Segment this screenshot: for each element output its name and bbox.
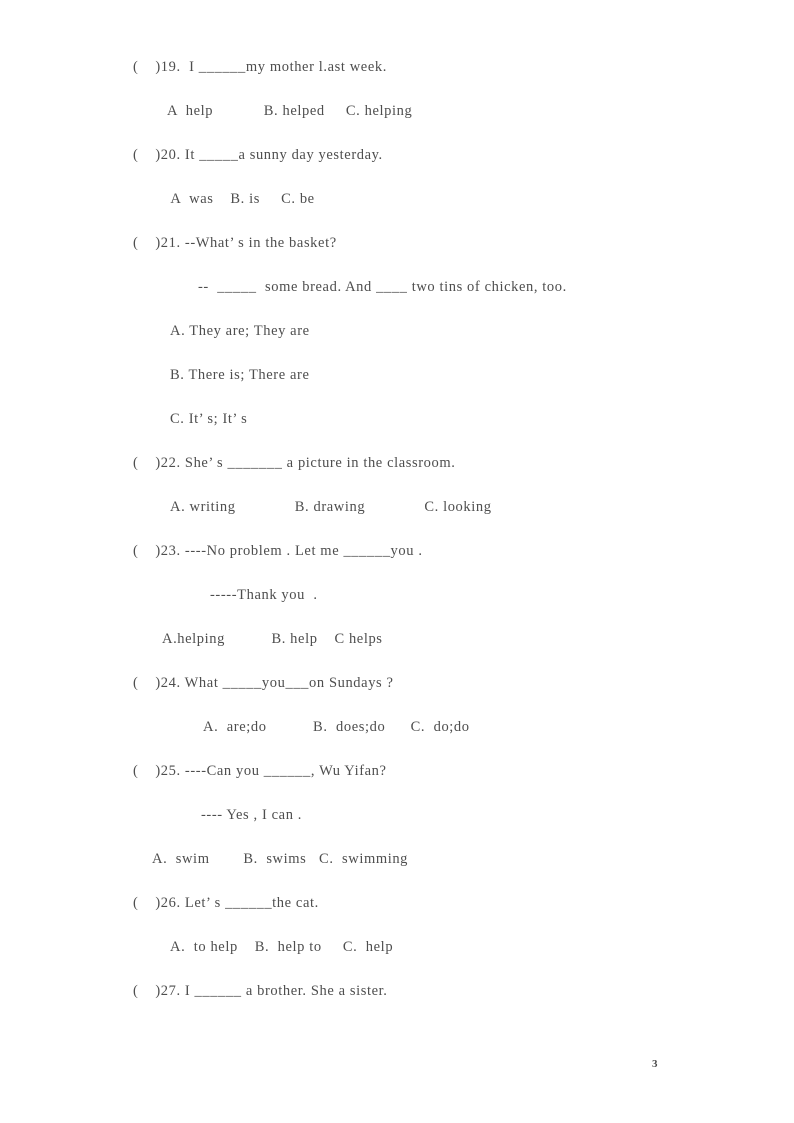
question-subline-21: -- _____ some bread. And ____ two tins o… <box>198 279 567 295</box>
question-options-26: A. to help B. help to C. help <box>170 939 394 955</box>
question-option-21-b: B. There is; There are <box>170 367 310 383</box>
worksheet-body: ( )19. I ______my mother l.ast week. A h… <box>133 60 733 1028</box>
question-options-25: A. swim B. swims C. swimming <box>152 851 409 867</box>
question-stem-22: ( )22. She’ s _______ a picture in the c… <box>133 455 456 471</box>
question-stem-25: ( )25. ----Can you ______, Wu Yifan? <box>133 763 387 779</box>
question-options-20: A was B. is C. be <box>167 191 315 207</box>
question-stem-24: ( )24. What _____you___on Sundays ? <box>133 675 394 691</box>
question-subline-25: ---- Yes , I can . <box>201 807 303 823</box>
question-option-21-c: C. It’ s; It’ s <box>170 411 248 427</box>
page-number: 3 <box>652 1058 658 1070</box>
question-stem-23: ( )23. ----No problem . Let me ______you… <box>133 543 423 559</box>
question-options-23: A.helping B. help C helps <box>162 631 383 647</box>
question-option-21-a: A. They are; They are <box>170 323 310 339</box>
question-stem-26: ( )26. Let’ s ______the cat. <box>133 895 319 911</box>
document-page: ( )19. I ______my mother l.ast week. A h… <box>0 0 794 1123</box>
question-options-24: A. are;do B. does;do C. do;do <box>203 719 470 735</box>
question-stem-19: ( )19. I ______my mother l.ast week. <box>133 59 387 75</box>
question-stem-20: ( )20. It _____a sunny day yesterday. <box>133 147 383 163</box>
question-options-19: A help B. helped C. helping <box>167 103 413 119</box>
question-options-22: A. writing B. drawing C. looking <box>170 499 492 515</box>
question-stem-27: ( )27. I ______ a brother. She a sister. <box>133 983 388 999</box>
question-subline-23: -----Thank you . <box>210 587 318 603</box>
question-stem-21: ( )21. --What’ s in the basket? <box>133 235 337 251</box>
